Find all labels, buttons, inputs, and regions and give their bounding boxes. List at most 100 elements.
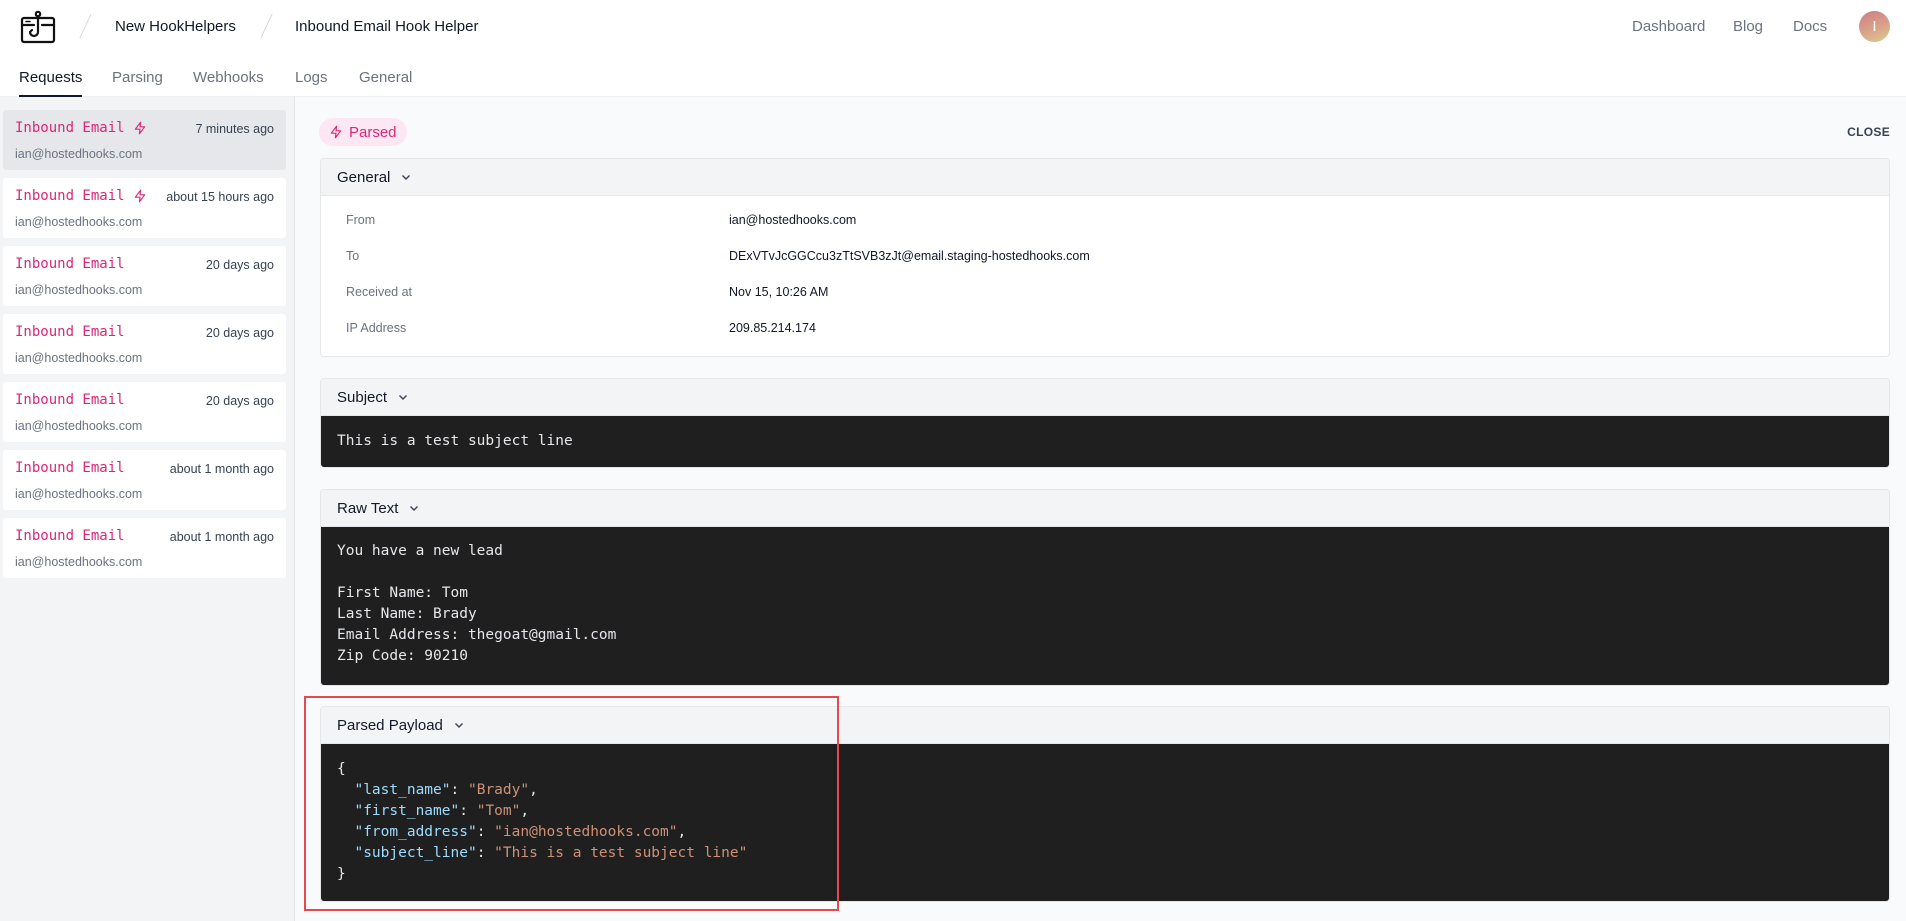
- request-list-item[interactable]: Inbound Email 20 days ago ian@hostedhooks.…: [3, 382, 286, 442]
- request-list-item[interactable]: Inbound Email about 1 month ago ian@hosted…: [3, 450, 286, 510]
- request-time: 20 days ago: [205, 326, 274, 340]
- top-bar: New HookHelpers Inbound Email Hook Helpe…: [0, 0, 1906, 54]
- parsed-payload-json: { "last_name": "Brady", "first_name": "T…: [321, 744, 1889, 901]
- request-title-text: Inbound Email: [15, 324, 125, 340]
- request-title-text: Inbound Email: [15, 392, 125, 408]
- request-title: Inbound Email: [15, 188, 147, 204]
- subject-section-header[interactable]: Subject: [321, 379, 1889, 416]
- request-title-text: Inbound Email: [15, 528, 125, 544]
- request-list-item[interactable]: Inbound Email about 1 month ago ian@hosted…: [3, 518, 286, 578]
- close-button[interactable]: CLOSE: [1847, 125, 1890, 139]
- general-row: To DExVTvJcGGCcu3zTtSVB3zJt@email.staging…: [321, 237, 1889, 273]
- json-entry: "last_name": "Brady",: [354, 782, 538, 798]
- tab-parsing[interactable]: Parsing: [112, 69, 163, 97]
- request-sender: ian@hostedhooks.com: [15, 419, 143, 433]
- json-key: "subject_line": [354, 845, 477, 861]
- nav-docs[interactable]: Docs: [1793, 18, 1827, 35]
- breadcrumb-separator: [260, 14, 273, 38]
- parsed-payload-section-title: Parsed Payload: [337, 716, 443, 734]
- request-title-text: Inbound Email: [15, 188, 125, 204]
- breadcrumb-separator: [79, 14, 92, 38]
- general-section: General From ian@hostedhooks.com To DExVTvJ…: [320, 158, 1890, 357]
- lightning-icon: [133, 121, 147, 135]
- general-row: Received at Nov 15, 10:26 AM: [321, 273, 1889, 309]
- chevron-down-icon: [397, 391, 409, 403]
- request-sender: ian@hostedhooks.com: [15, 555, 143, 569]
- json-key: "last_name": [354, 782, 451, 798]
- request-time: about 1 month ago: [169, 462, 274, 476]
- parsed-payload-section-header[interactable]: Parsed Payload: [321, 707, 1889, 744]
- raw-text-line: Last Name: Brady: [337, 606, 477, 622]
- request-detail-panel: Parsed CLOSE General From ian@hostedhooks…: [295, 97, 1906, 921]
- general-row-value: DExVTvJcGGCcu3zTtSVB3zJt@email.staging-h…: [729, 249, 1090, 263]
- request-time: about 1 month ago: [169, 530, 274, 544]
- request-title: Inbound Email: [15, 324, 125, 340]
- request-title: Inbound Email: [15, 120, 147, 136]
- request-sender: ian@hostedhooks.com: [15, 351, 143, 365]
- json-open-brace: {: [337, 761, 346, 777]
- chevron-down-icon: [453, 719, 465, 731]
- lightning-icon: [133, 189, 147, 203]
- breadcrumb-hook-helper[interactable]: Inbound Email Hook Helper: [295, 18, 478, 35]
- general-row-value: Nov 15, 10:26 AM: [729, 285, 829, 299]
- json-close-brace: }: [337, 866, 346, 882]
- general-section-header[interactable]: General: [321, 159, 1889, 196]
- json-value: "This is a test subject line": [494, 845, 748, 861]
- raw-text-line: You have a new lead: [337, 543, 503, 559]
- status-badge-label: Parsed: [349, 123, 397, 141]
- request-title: Inbound Email: [15, 392, 125, 408]
- general-row: From ian@hostedhooks.com: [321, 201, 1889, 237]
- tab-bar: Requests Parsing Webhooks Logs General: [0, 54, 1906, 97]
- request-title-text: Inbound Email: [15, 120, 125, 136]
- request-title: Inbound Email: [15, 256, 125, 272]
- raw-text-line: First Name: Tom: [337, 585, 468, 601]
- json-value: "Tom": [476, 803, 521, 819]
- requests-sidebar: Inbound Email 7 minutes ago ian@hostedhook…: [0, 97, 295, 921]
- hook-browser-icon[interactable]: [20, 10, 56, 44]
- request-sender: ian@hostedhooks.com: [15, 147, 143, 161]
- raw-text-section-title: Raw Text: [337, 499, 399, 517]
- tab-webhooks[interactable]: Webhooks: [193, 69, 264, 97]
- request-list-item[interactable]: Inbound Email 20 days ago ian@hostedhooks.…: [3, 314, 286, 374]
- subject-section: Subject This is a test subject line: [320, 378, 1890, 468]
- request-sender: ian@hostedhooks.com: [15, 215, 143, 229]
- request-title-text: Inbound Email: [15, 256, 125, 272]
- request-list-item[interactable]: Inbound Email 7 minutes ago ian@hostedhook…: [3, 110, 286, 170]
- request-time: 20 days ago: [205, 394, 274, 408]
- general-row-value: 209.85.214.174: [729, 321, 816, 335]
- request-time: 7 minutes ago: [195, 122, 274, 136]
- tab-general[interactable]: General: [359, 69, 412, 97]
- raw-text-line: Zip Code: 90210: [337, 648, 468, 664]
- general-row: IP Address 209.85.214.174: [321, 309, 1889, 345]
- general-row-value: ian@hostedhooks.com: [729, 213, 857, 227]
- request-sender: ian@hostedhooks.com: [15, 487, 143, 501]
- raw-text-line: Email Address: thegoat@gmail.com: [337, 627, 617, 643]
- subject-content: This is a test subject line: [321, 416, 1889, 467]
- json-key: "from_address": [354, 824, 477, 840]
- general-row-label: Received at: [346, 285, 413, 299]
- general-row-label: To: [346, 249, 360, 263]
- request-title: Inbound Email: [15, 528, 125, 544]
- json-key: "first_name": [354, 803, 460, 819]
- request-title: Inbound Email: [15, 460, 125, 476]
- tab-logs[interactable]: Logs: [295, 69, 328, 97]
- json-entry: "from_address": "ian@hostedhooks.com",: [354, 824, 687, 840]
- user-avatar[interactable]: I: [1859, 11, 1890, 42]
- parsed-payload-section: Parsed Payload { "last_name": "Brady", "…: [320, 706, 1890, 902]
- request-list-item[interactable]: Inbound Email 20 days ago ian@hostedhooks.…: [3, 246, 286, 306]
- request-time: 20 days ago: [205, 258, 274, 272]
- nav-dashboard[interactable]: Dashboard: [1632, 18, 1705, 35]
- request-list-item[interactable]: Inbound Email about 15 hours ago ian@hoste…: [3, 178, 286, 238]
- breadcrumb-project[interactable]: New HookHelpers: [115, 18, 236, 35]
- general-row-label: IP Address: [346, 321, 407, 335]
- general-row-label: From: [346, 213, 376, 227]
- general-section-title: General: [337, 168, 391, 186]
- tab-requests[interactable]: Requests: [19, 69, 83, 97]
- status-badge: Parsed: [319, 118, 407, 146]
- raw-text-section: Raw Text You have a new lead First Name: …: [320, 489, 1890, 686]
- raw-text-line: [337, 562, 1873, 583]
- raw-text-content: You have a new lead First Name: Tom Last N…: [321, 527, 1889, 685]
- raw-text-section-header[interactable]: Raw Text: [321, 490, 1889, 527]
- nav-blog[interactable]: Blog: [1733, 18, 1763, 35]
- subject-section-title: Subject: [337, 388, 388, 406]
